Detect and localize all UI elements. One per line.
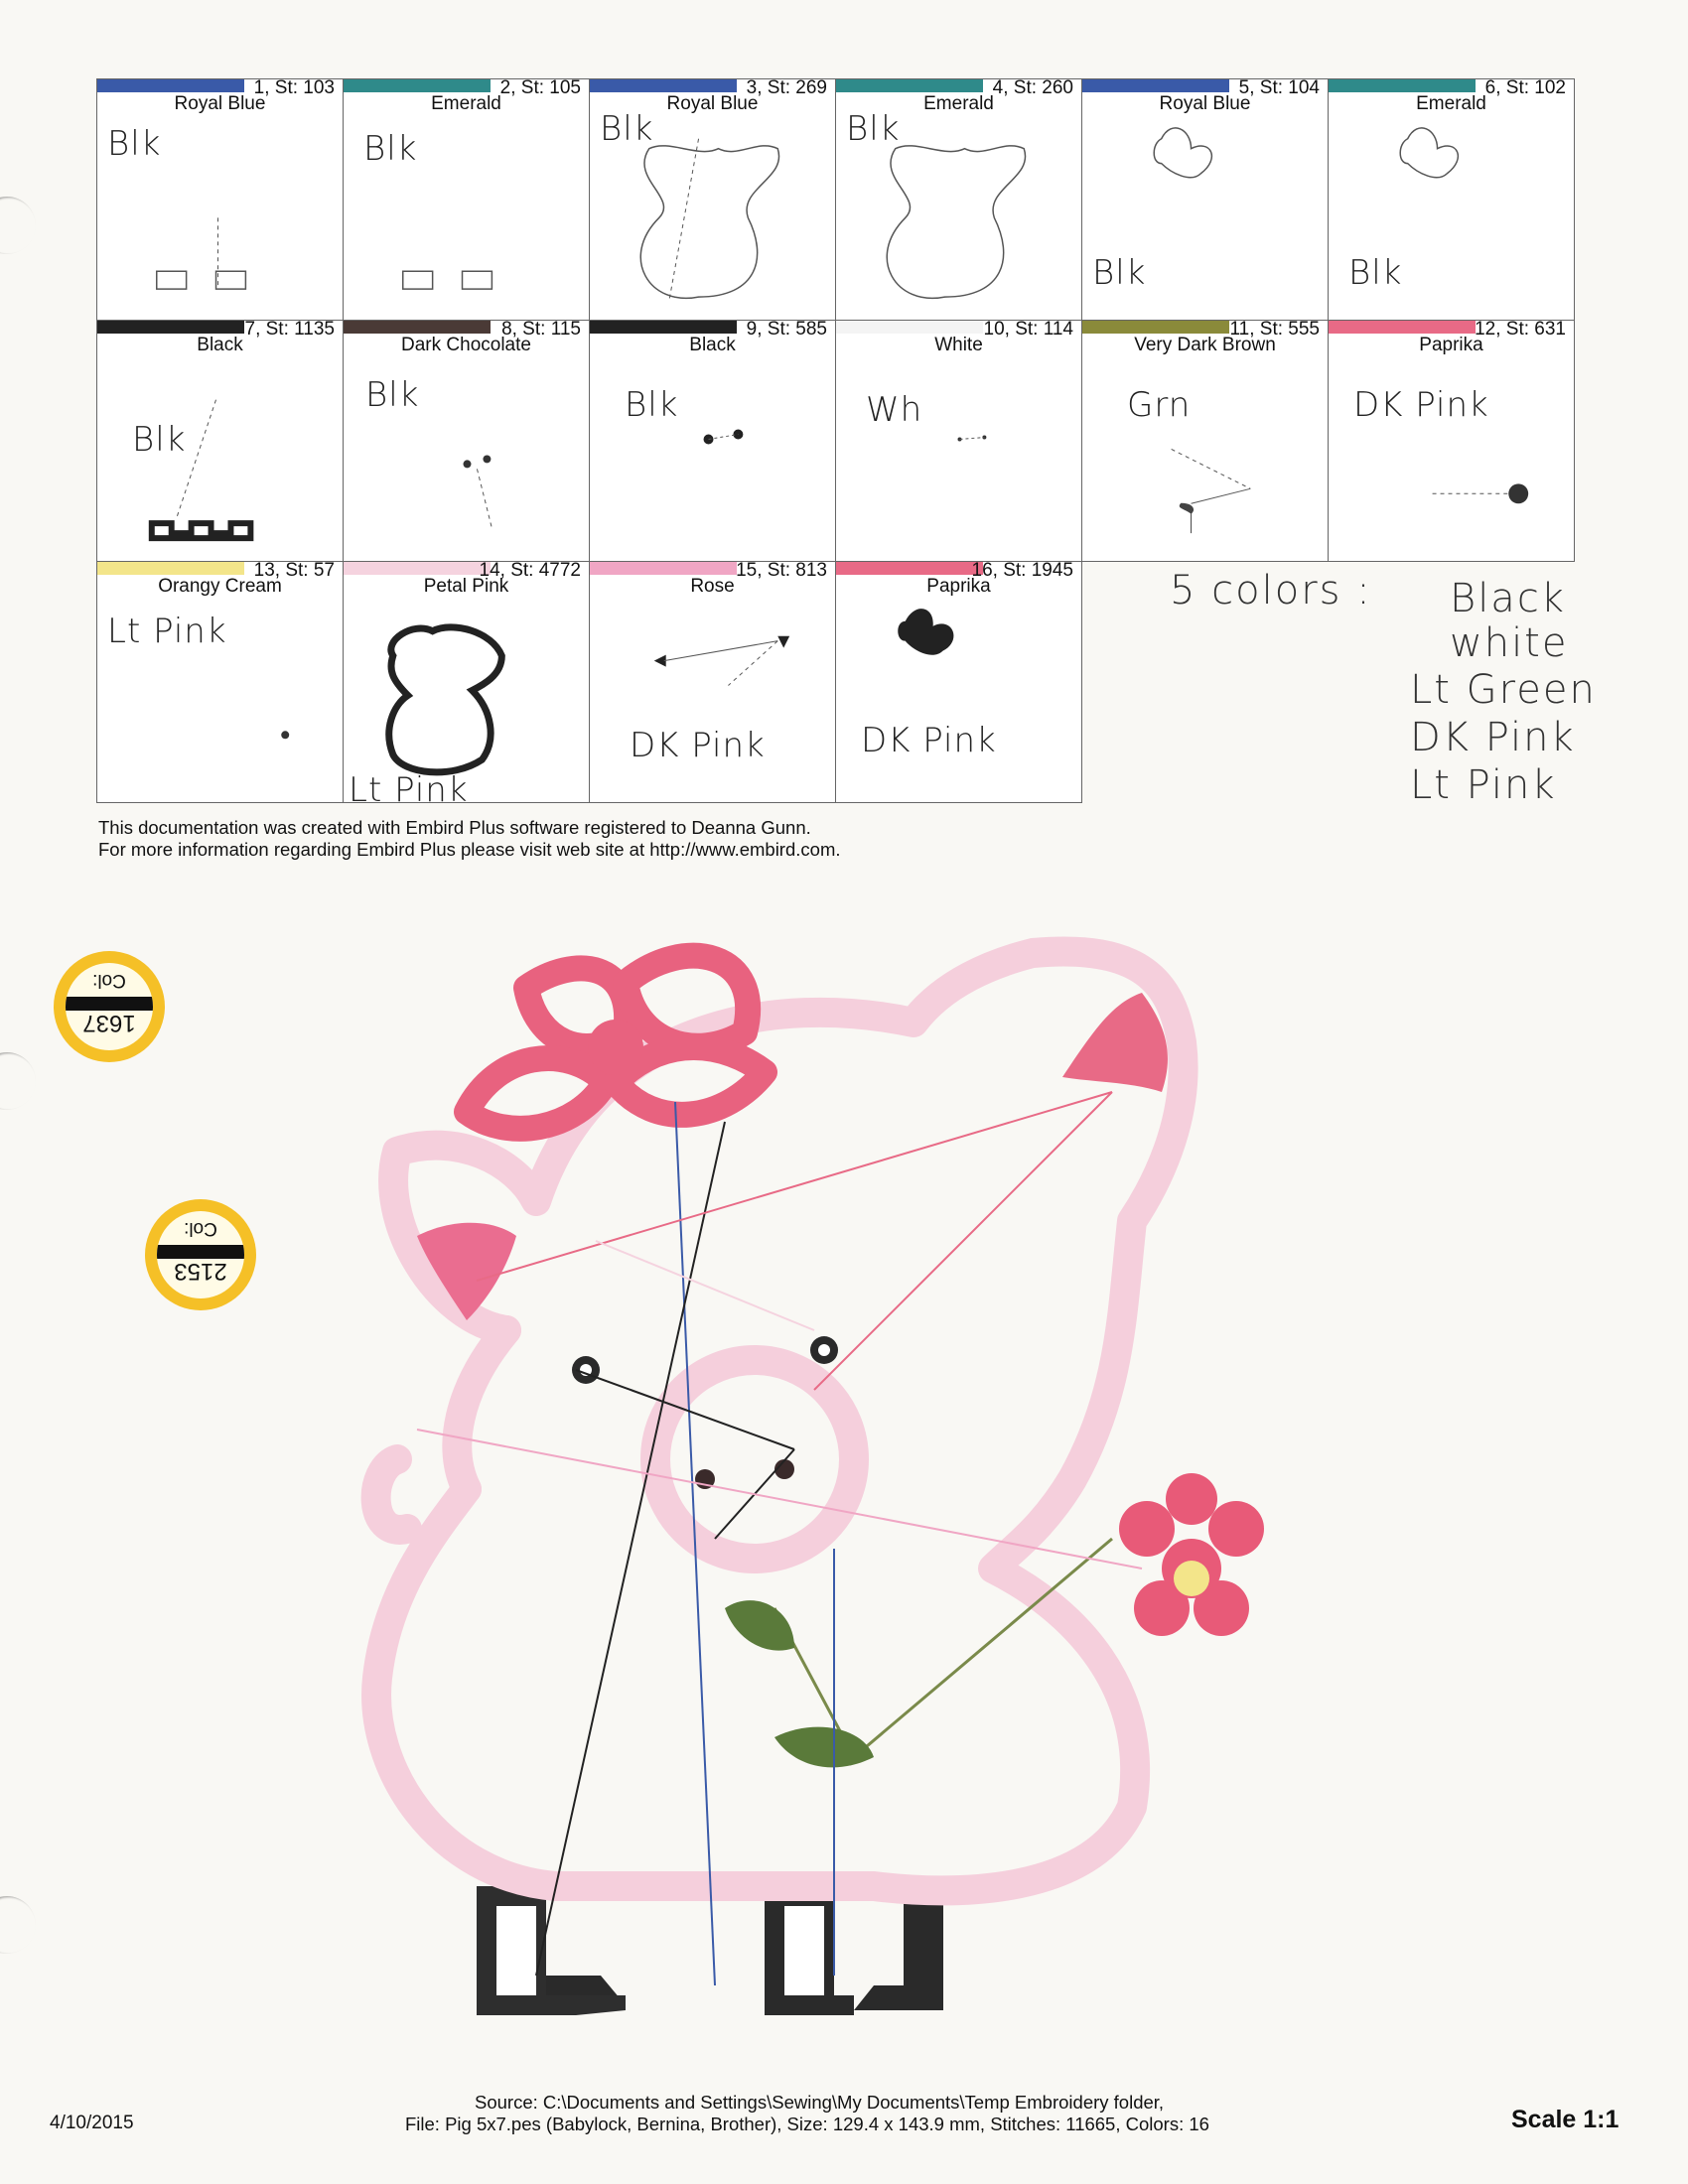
doc-note-line1: This documentation was created with Embi… (98, 817, 811, 838)
color-swatch-cell: 11, St: 555 Very Dark Brown Grn (1081, 320, 1329, 562)
handwritten-note: Blk (600, 109, 654, 149)
swatch-thumbnail (463, 455, 492, 529)
handwritten-note: DK Pink (861, 721, 997, 760)
swatch-thumbnail (653, 635, 790, 686)
summary-heading: 5 colors : (1170, 568, 1372, 614)
color-swatch-cell: 14, St: 4772 Petal Pink Lt Pink (343, 561, 590, 803)
bow-center (588, 1020, 643, 1075)
pig-embroidery-artwork (360, 936, 1264, 2015)
binder-hole-middle (0, 1052, 36, 1110)
color-swatch-cell: 5, St: 104 Royal Blue Blk (1081, 78, 1329, 321)
handwritten-note: Blk (1348, 253, 1403, 293)
color-swatch-cell: 8, St: 115 Dark Chocolate Blk (343, 320, 590, 562)
thread-sticker: Col: 2153 (145, 1199, 256, 1310)
footer-file: File: Pig 5x7.pes (Babylock, Bernina, Br… (405, 2114, 1209, 2134)
swatch-thumbnail (385, 623, 505, 776)
handwritten-note: Wh (866, 390, 923, 430)
color-swatch-cell: 6, St: 102 Emerald Blk (1328, 78, 1575, 321)
color-swatch-cell: 3, St: 269 Royal Blue Blk (589, 78, 836, 321)
pig-legs (477, 1886, 943, 2015)
handwritten-note: Blk (1092, 253, 1147, 293)
color-swatch-cell: 9, St: 585 Black Blk (589, 320, 836, 562)
handwritten-note: Blk (365, 375, 420, 415)
color-swatch-cell: 1, St: 103 Royal Blue Blk (96, 78, 344, 321)
pig-outline (360, 936, 1198, 1906)
sticker-label: Col: (184, 1218, 217, 1239)
color-swatch-cell: 7, St: 1135 Black Blk (96, 320, 344, 562)
doc-note-line2: For more information regarding Embird Pl… (98, 839, 841, 860)
swatch-thumbnail (703, 429, 744, 445)
swatch-thumbnail (1171, 449, 1251, 534)
handwritten-note: Grn (1127, 385, 1192, 425)
handwritten-note: DK Pink (630, 726, 766, 765)
handwritten-note: Blk (107, 124, 162, 164)
swatch-thumbnail (957, 435, 987, 442)
handwritten-note: Blk (363, 129, 418, 169)
handwritten-note: Blk (625, 385, 679, 425)
binder-hole-bottom (0, 1896, 36, 1954)
flower (1119, 1473, 1264, 1636)
footer-scale: Scale 1:1 (1511, 2106, 1619, 2133)
sticker-label: Col: (92, 970, 126, 991)
swatch-thumbnail (898, 609, 954, 655)
thread-sticker: Col: 1637 (54, 951, 165, 1062)
swatch-thumbnail (1432, 483, 1529, 504)
sticker-code: 1637 (82, 1010, 136, 1036)
color-swatch-cell: 13, St: 57 Orangy Cream Lt Pink (96, 561, 344, 803)
footer-date: 4/10/2015 (50, 2113, 134, 2133)
color-swatch-cell: 12, St: 631 Paprika DK Pink (1328, 320, 1575, 562)
summary-item: Black (1450, 576, 1566, 621)
binder-hole-top (0, 197, 36, 254)
handwritten-note: Blk (132, 420, 187, 460)
color-swatch-cell: 2, St: 105 Emerald Blk (343, 78, 590, 321)
swatch-thumbnail (156, 217, 247, 290)
summary-item: white (1450, 620, 1569, 666)
color-swatch-cell: 10, St: 114 White Wh (835, 320, 1082, 562)
summary-item: DK Pink (1410, 715, 1576, 760)
ear-inner-right (1062, 993, 1168, 1092)
color-swatch-cell: 15, St: 813 Rose DK Pink (589, 561, 836, 803)
swatch-thumbnail (281, 731, 290, 740)
handwritten-note: Blk (846, 109, 901, 149)
sticker-code: 2153 (174, 1258, 227, 1285)
handwritten-note: DK Pink (1353, 385, 1489, 425)
footer-source: Source: C:\Documents and Settings\Sewing… (475, 2092, 1165, 2113)
color-swatch-cell: 4, St: 260 Emerald Blk (835, 78, 1082, 321)
handwritten-note: Lt Pink (107, 612, 227, 651)
color-swatch-cell: 16, St: 1945 Paprika DK Pink (835, 561, 1082, 803)
swatch-thumbnail (402, 270, 493, 290)
handwritten-note: Lt Pink (349, 770, 469, 803)
summary-item: Lt Green (1410, 667, 1597, 713)
flower-stem (725, 1537, 1113, 1768)
summary-item: Lt Pink (1410, 762, 1557, 808)
